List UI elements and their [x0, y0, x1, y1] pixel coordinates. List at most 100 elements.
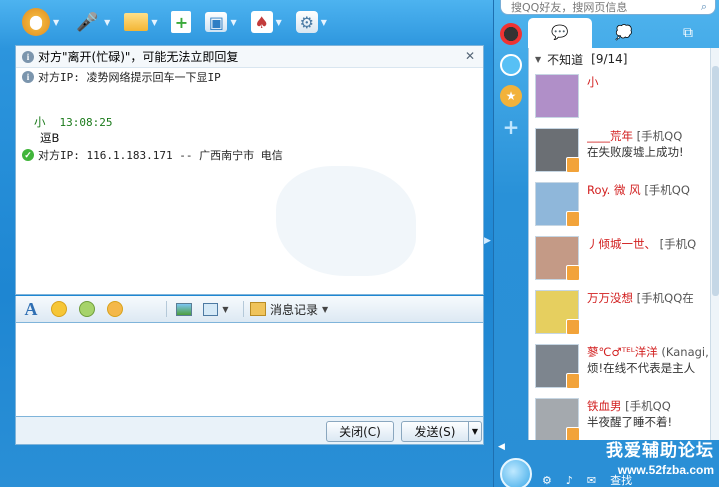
contact-info: 小 [587, 74, 719, 90]
sender-name: 小 [34, 115, 46, 129]
tab-friends[interactable]: 💬 [528, 18, 592, 48]
qq-bottom-bar: ◀ ⚙ ♪ ✉ 查找 我爱辅助论坛 www.52fzba.com [494, 440, 719, 487]
star-icon[interactable]: ★ [500, 85, 522, 107]
contact-row[interactable]: 铁血男 [手机QQ 半夜醒了睡不着! [529, 394, 719, 440]
chat-toolbar: ● ▼ 🎤 ▼ ▼ + ▣ ▼ ♠ ▼ ⚙ ▼ [0, 0, 493, 44]
app-button[interactable]: + [171, 7, 192, 37]
send-image-button[interactable] [173, 299, 195, 319]
message-text: 逗B [40, 131, 60, 145]
qq-main-menu-button[interactable] [500, 458, 532, 487]
tab-groups[interactable]: 💭 [592, 18, 656, 48]
avatar [535, 236, 580, 281]
plus-icon[interactable]: + [500, 115, 522, 139]
avatar [535, 398, 580, 440]
message-history-button[interactable]: 消息记录 ▼ [250, 299, 328, 319]
font-button[interactable]: A [20, 299, 42, 319]
background-watermark [276, 166, 416, 276]
contact-status: 烦!在线不代表是主人 [587, 361, 696, 375]
chevron-down-icon: ▼ [322, 304, 329, 314]
contact-tag: [手机Q [659, 237, 697, 251]
contact-name-line: 铁血男 [手机QQ [587, 398, 719, 414]
contact-info: ____荒年 [手机QQ 在失败废墟上成功! [587, 128, 719, 160]
group-header[interactable]: ▼ 不知道 [9/14] [529, 48, 719, 70]
remote-assist-button[interactable]: ▣ ▼ [205, 7, 237, 37]
avatar [535, 290, 580, 335]
info-icon: i [22, 71, 34, 83]
screenshot-button[interactable]: ▼ [201, 299, 231, 319]
shake-button[interactable] [104, 299, 126, 319]
contact-row[interactable]: 小 [529, 70, 719, 124]
expand-icon: ▼ [535, 54, 542, 64]
toolbar-divider [166, 301, 167, 317]
away-notice-text: 对方"离开(忙碌)"，可能无法立即回复 [38, 50, 239, 64]
avatar [535, 344, 580, 389]
contact-status: 在失败废墟上成功! [587, 145, 684, 159]
mobile-qq-icon [566, 265, 580, 281]
toolbar-divider [243, 301, 244, 317]
close-button[interactable]: 关闭(C) [326, 421, 394, 442]
microphone-icon: 🎤 [75, 11, 99, 33]
message-history-panel[interactable]: i 对方"离开(忙碌)"，可能无法立即回复 ✕ i 对方IP: 凌势网络提示回车… [15, 45, 484, 295]
chevron-down-icon: ▼ [471, 427, 479, 436]
contact-row[interactable]: 蓼℃♂ᵀᴱᴸ洋洋 (Kanagi, 烦!在线不代表是主人 [529, 340, 719, 394]
forum-watermark: 我爱辅助论坛 www.52fzba.com [594, 440, 719, 478]
message-sender-line: 小 13:08:25 [16, 114, 483, 130]
chat-window: ● ▼ 🎤 ▼ ▼ + ▣ ▼ ♠ ▼ ⚙ ▼ i 对方"离开(忙碌)"，可能无… [0, 0, 493, 487]
game-icon: ♠ [250, 11, 273, 33]
history-icon [250, 302, 266, 316]
ip-result-line: ✓ 对方IP: 116.1.183.171 -- 广西南宁市 电信 [16, 146, 483, 164]
contact-info: 蓼℃♂ᵀᴱᴸ洋洋 (Kanagi, 烦!在线不代表是主人 [587, 344, 719, 376]
emoji-button[interactable] [48, 299, 70, 319]
video-call-button[interactable]: ● ▼ [22, 7, 59, 37]
info-icon: i [22, 50, 34, 63]
game-button[interactable]: ♠ ▼ [250, 7, 282, 37]
contact-name: 丿倾城一世、 [587, 237, 656, 251]
volume-icon[interactable]: ♪ [566, 474, 573, 487]
avatar [535, 182, 580, 227]
add-app-icon: + [171, 11, 192, 33]
close-icon[interactable]: ✕ [465, 49, 475, 63]
magic-emoji-button[interactable] [76, 299, 98, 319]
contact-list-scrollbar[interactable] [710, 48, 719, 440]
scrollbar-thumb[interactable] [712, 66, 719, 296]
qq-tabs: 💬 💭 ⧉ [528, 18, 719, 48]
voice-call-button[interactable]: 🎤 ▼ [73, 7, 110, 37]
contact-info: 万万没想 [手机QQ在 [587, 290, 719, 306]
contact-info: 丿倾城一世、 [手机Q [587, 236, 719, 252]
contact-row[interactable]: ____荒年 [手机QQ 在失败废墟上成功! [529, 124, 719, 178]
chevron-down-icon: ▼ [230, 17, 237, 27]
message-input[interactable] [15, 322, 484, 417]
ip-hint-line: i 对方IP: 凌势网络提示回车一下显IP [16, 68, 483, 86]
folder-icon [124, 13, 149, 31]
qq-main-panel: 搜QQ好友，搜网页信息 ⌕ ★ + 💬 💭 ⧉ ▼ 不知道 [9/14] 小 _… [493, 0, 719, 487]
more-settings-button[interactable]: ⚙ ▼ [295, 7, 327, 37]
contact-info: Roy. 微 风 [手机QQ [587, 182, 719, 198]
search-icon[interactable]: ⌕ [701, 0, 707, 14]
check-icon: ✓ [22, 149, 34, 161]
contact-list[interactable]: ▼ 不知道 [9/14] 小 ____荒年 [手机QQ 在失败废墟上成功! Roy.… [528, 48, 719, 440]
contact-row[interactable]: 丿倾城一世、 [手机Q [529, 232, 719, 286]
group-name: 不知道 [547, 52, 584, 67]
chat-bubble-icon[interactable] [500, 54, 522, 76]
qq-sidebar: ★ + [494, 18, 528, 438]
qq-search-input[interactable]: 搜QQ好友，搜网页信息 ⌕ [500, 0, 716, 15]
settings-icon[interactable]: ⚙ [542, 474, 552, 487]
qq-penguin-icon[interactable] [500, 23, 522, 45]
contact-row[interactable]: 万万没想 [手机QQ在 [529, 286, 719, 340]
image-icon [176, 302, 192, 316]
forum-title: 我爱辅助论坛 [606, 441, 714, 461]
send-file-button[interactable]: ▼ [124, 7, 157, 37]
contact-name: 蓼℃♂ᵀᴱᴸ洋洋 [587, 345, 658, 359]
contact-name: 小 [587, 75, 599, 89]
collapse-sidebar-icon[interactable]: ▶ [484, 236, 491, 246]
recent-icon: ⧉ [683, 25, 693, 41]
send-options-button[interactable]: ▼ [468, 421, 482, 442]
chevron-down-icon: ▼ [320, 17, 327, 27]
contact-row[interactable]: Roy. 微 风 [手机QQ [529, 178, 719, 232]
forum-url: www.52fzba.com [617, 463, 714, 477]
tab-recent[interactable]: ⧉ [656, 18, 719, 48]
smiley-icon [51, 301, 67, 317]
send-button[interactable]: 发送(S) [401, 421, 469, 442]
chevron-left-icon[interactable]: ◀ [498, 442, 505, 452]
away-notice-bar: i 对方"离开(忙碌)"，可能无法立即回复 ✕ [16, 46, 483, 68]
